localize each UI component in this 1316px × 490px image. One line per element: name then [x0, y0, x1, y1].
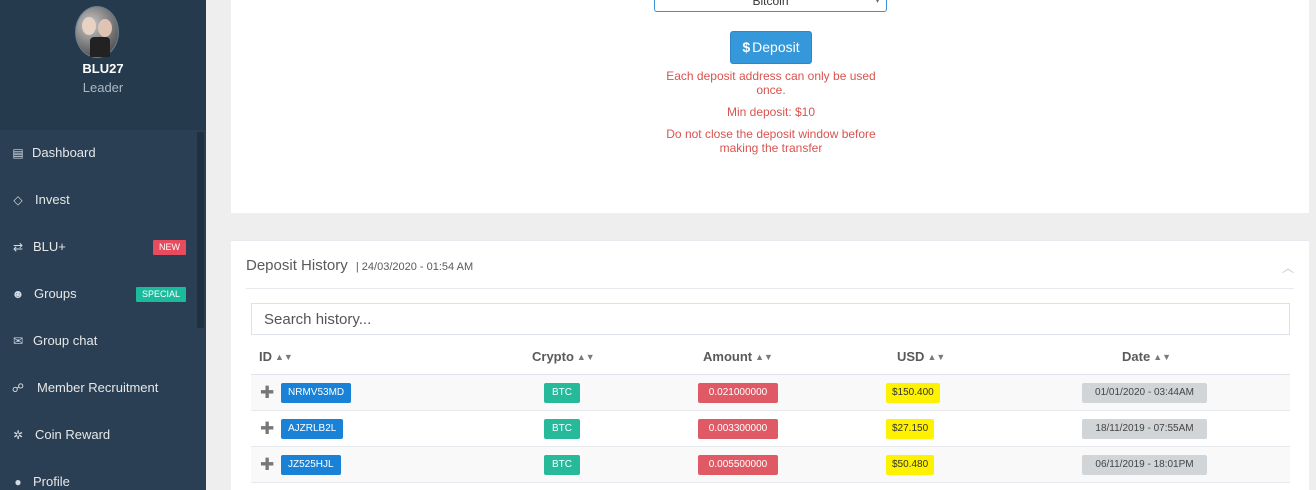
title-separator: | — [355, 261, 359, 273]
sidebar-item-group-chat[interactable]: ✉ Group chat — [0, 318, 196, 365]
amount-badge: 0.021000000 — [698, 383, 778, 403]
new-badge: NEW — [153, 240, 186, 255]
sidebar-scrollbar[interactable] — [197, 132, 204, 328]
dashboard-icon: ▤ — [12, 146, 24, 160]
diamond-icon: ◇ — [13, 193, 23, 207]
deposit-history-panel: Deposit History | 24/03/2020 - 01:54 AM … — [231, 240, 1309, 490]
dollar-icon: $ — [742, 39, 751, 55]
column-header-date[interactable]: Date ▲▼ — [1122, 349, 1171, 364]
sidebar-item-invest[interactable]: ◇ Invest — [0, 177, 196, 224]
expand-plus-icon[interactable]: ✚ — [260, 420, 274, 437]
comments-icon: ✉ — [12, 334, 24, 348]
date-badge: 01/01/2020 - 03:44AM — [1082, 383, 1207, 403]
sidebar-item-label: Member Recruitment — [37, 380, 159, 395]
date-badge: 06/11/2019 - 18:01PM — [1082, 455, 1207, 475]
crypto-badge: BTC — [544, 383, 580, 403]
deposit-button-label: Deposit — [752, 39, 800, 55]
chevron-down-icon: ▾ — [874, 0, 880, 6]
chevron-up-icon[interactable]: ︿ — [1282, 259, 1294, 276]
sidebar-item-blu-plus[interactable]: ⇄ BLU+ NEW — [0, 224, 196, 271]
table-row: ✚ AJZRLB2L BTC 0.003300000 $27.150 18/11… — [251, 411, 1290, 447]
sidebar: BLU27 Leader ▤ Dashboard ◇ Invest ⇄ BLU+… — [0, 0, 206, 490]
table-row: ✚ JZ525HJL BTC 0.005500000 $50.480 06/11… — [251, 447, 1290, 483]
deposit-panel: Bitcoin ▾ $ Deposit Each deposit address … — [231, 0, 1309, 213]
sort-icon: ▲▼ — [755, 352, 773, 362]
profile-role: Leader — [82, 80, 124, 95]
avatar[interactable] — [75, 6, 119, 58]
sort-icon: ▲▼ — [1153, 352, 1172, 362]
handshake-icon: ☍ — [11, 381, 25, 395]
sidebar-item-label: Profile — [33, 474, 70, 489]
sort-icon: ▲▼ — [927, 352, 946, 362]
table-row: ✚ NRMV53MD BTC 0.021000000 $150.400 01/0… — [251, 375, 1290, 411]
expand-plus-icon[interactable]: ✚ — [260, 456, 274, 473]
notice-min-deposit: Min deposit: $10 — [726, 105, 816, 119]
deposit-id-badge[interactable]: AJZRLB2L — [281, 419, 344, 439]
search-input[interactable] — [251, 303, 1290, 335]
crypto-badge: BTC — [544, 455, 580, 475]
special-badge: SPECIAL — [135, 287, 186, 302]
sidebar-item-label: BLU+ — [33, 239, 66, 254]
crypto-select[interactable]: Bitcoin ▾ — [654, 0, 887, 12]
date-badge: 18/11/2019 - 07:55AM — [1082, 419, 1207, 439]
notice-single-use: Each deposit address can only be used on… — [666, 69, 876, 97]
sidebar-item-label: Coin Reward — [35, 427, 111, 442]
usd-badge: $150.400 — [886, 383, 940, 403]
crypto-badge: BTC — [544, 419, 580, 439]
expand-plus-icon[interactable]: ✚ — [260, 384, 274, 401]
column-header-amount[interactable]: Amount ▲▼ — [703, 349, 773, 364]
crypto-select-value: Bitcoin — [752, 0, 789, 8]
sidebar-item-label: Groups — [34, 286, 77, 301]
sidebar-item-label: Invest — [35, 192, 70, 207]
column-header-usd[interactable]: USD ▲▼ — [897, 349, 945, 364]
panel-datetime: 24/03/2020 - 01:54 AM — [361, 261, 474, 273]
panel-title-text: Deposit History — [246, 257, 348, 274]
column-header-crypto[interactable]: Crypto ▲▼ — [532, 349, 595, 364]
notice-keep-window-open: Do not close the deposit window before m… — [666, 127, 876, 155]
deposit-id-badge[interactable]: JZ525HJL — [281, 455, 341, 475]
usd-badge: $27.150 — [886, 419, 935, 439]
amount-badge: 0.005500000 — [698, 455, 778, 475]
sidebar-item-profile[interactable]: ● Profile — [0, 459, 196, 490]
user-icon: ● — [14, 475, 22, 489]
gear-icon: ✲ — [12, 428, 24, 442]
amount-badge: 0.003300000 — [698, 419, 778, 439]
sidebar-item-member-recruitment[interactable]: ☍ Member Recruitment — [0, 365, 196, 412]
deposit-button[interactable]: $ Deposit — [730, 31, 812, 64]
sidebar-item-dashboard[interactable]: ▤ Dashboard — [0, 130, 196, 177]
panel-title: Deposit History | 24/03/2020 - 01:54 AM — [246, 257, 473, 274]
sidebar-item-groups[interactable]: ☻ Groups SPECIAL — [0, 271, 196, 318]
sidebar-item-coin-reward[interactable]: ✲ Coin Reward — [0, 412, 196, 459]
profile-box: BLU27 Leader — [0, 0, 206, 130]
sort-icon: ▲▼ — [576, 352, 595, 362]
sidebar-item-label: Dashboard — [32, 145, 96, 160]
usd-badge: $50.480 — [886, 455, 935, 475]
exchange-icon: ⇄ — [12, 240, 24, 254]
users-icon: ☻ — [11, 287, 25, 301]
sidebar-item-label: Group chat — [33, 333, 98, 348]
sort-icon: ▲▼ — [275, 352, 293, 362]
profile-username: BLU27 — [82, 61, 124, 76]
panel-header: Deposit History | 24/03/2020 - 01:54 AM … — [246, 257, 1294, 289]
column-header-id[interactable]: ID ▲▼ — [259, 349, 293, 364]
deposit-id-badge[interactable]: NRMV53MD — [281, 383, 352, 403]
